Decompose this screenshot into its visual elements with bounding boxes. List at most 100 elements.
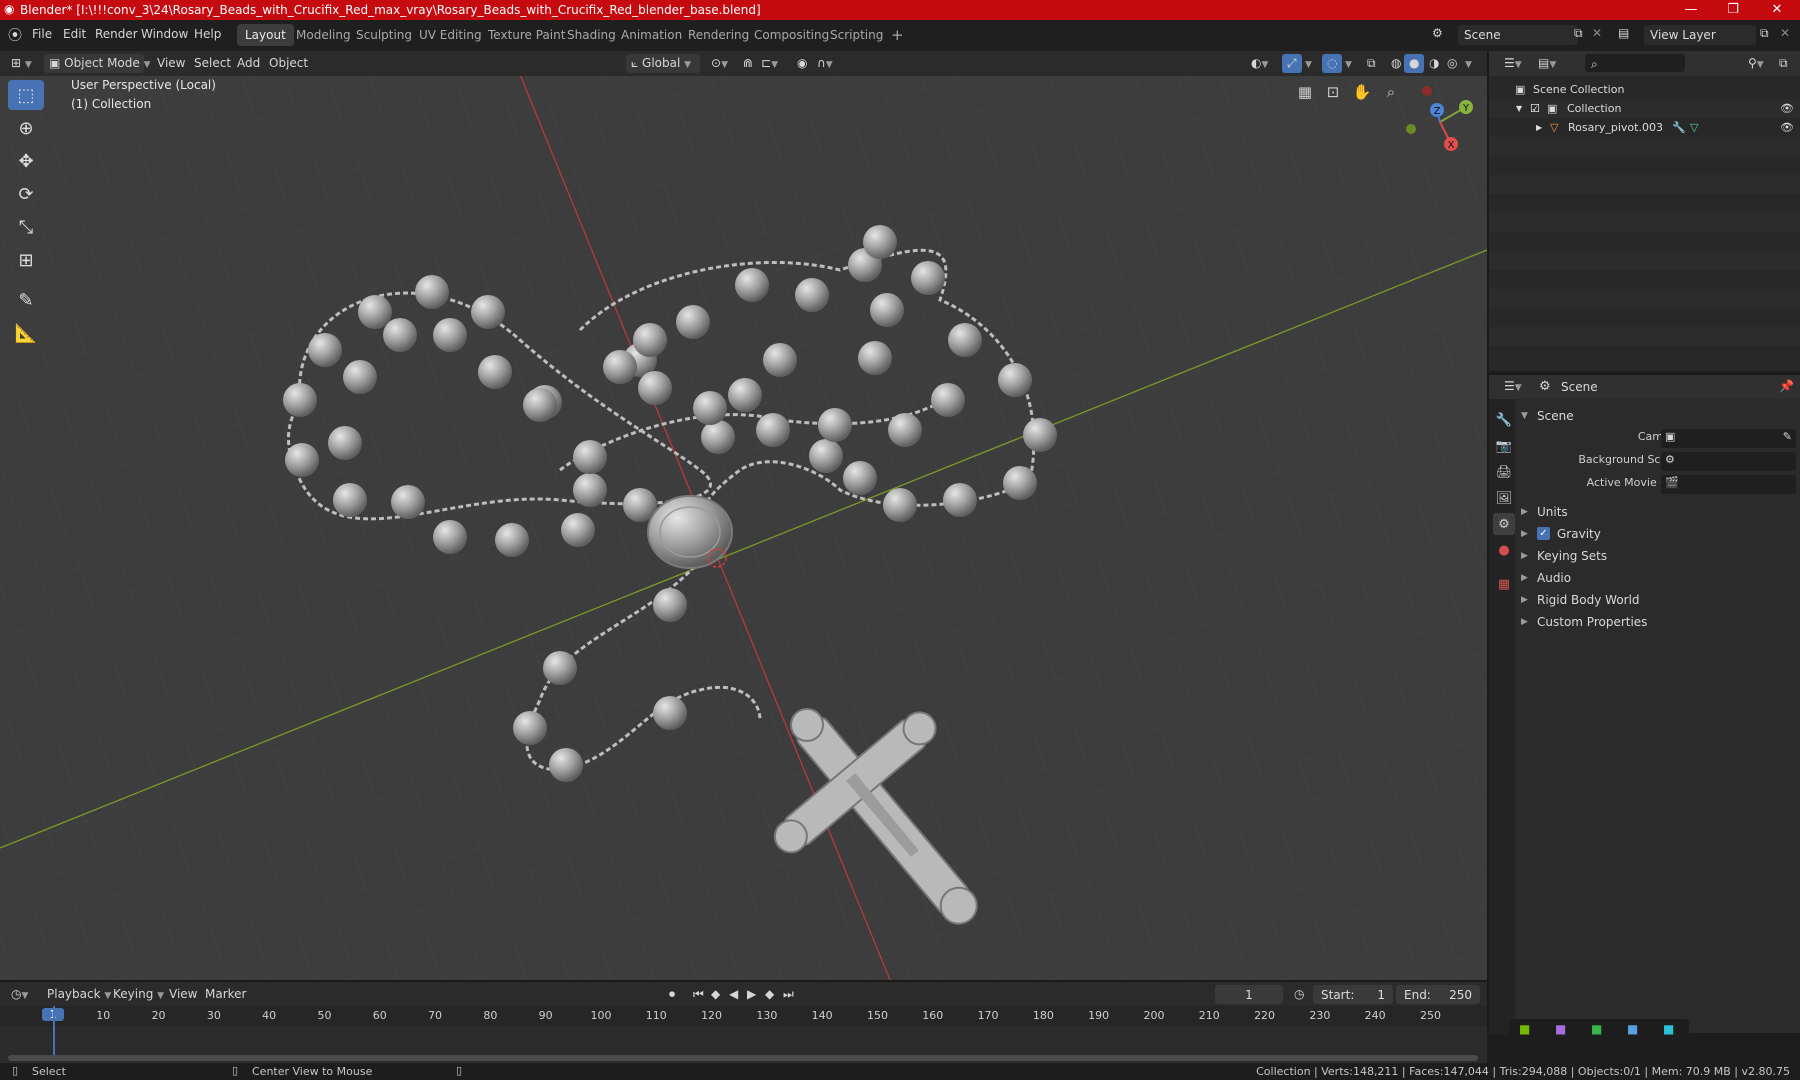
- viewport-menu-add[interactable]: Add: [232, 54, 265, 73]
- new-scene-icon[interactable]: ⧉: [1574, 26, 1583, 41]
- minimize-button[interactable]: —: [1670, 0, 1712, 20]
- toggle-grid-view-icon[interactable]: ▦: [1292, 79, 1318, 105]
- gravity-checkbox[interactable]: ✓: [1537, 527, 1550, 540]
- tab-layout[interactable]: Layout: [237, 24, 294, 46]
- outliner-row-collection[interactable]: ▼ ☑ ▣ Collection 👁: [1489, 99, 1800, 118]
- falloff-icon[interactable]: ∩▼: [812, 54, 838, 73]
- pin-icon[interactable]: 📌: [1779, 379, 1794, 393]
- shading-options-icon[interactable]: ▼: [1460, 54, 1477, 73]
- gravity-panel-header[interactable]: ▶ ✓ Gravity: [1517, 523, 1800, 545]
- custom-properties-panel-header[interactable]: ▶ Custom Properties: [1517, 611, 1800, 633]
- orientation-dropdown[interactable]: ⟀ Global ▼: [626, 54, 700, 73]
- filter-icon[interactable]: ⚲▼: [1743, 54, 1769, 73]
- timeline-editor-type-icon[interactable]: ◷▼: [6, 985, 33, 1004]
- rotate-tool-icon[interactable]: ⟳: [8, 179, 44, 209]
- render-tab-icon[interactable]: 📷: [1493, 435, 1515, 457]
- display-mode-icon[interactable]: ▤▼: [1533, 54, 1561, 73]
- expand-arrow-icon[interactable]: ▶: [1536, 118, 1542, 137]
- shading-solid-icon[interactable]: ●: [1404, 54, 1425, 73]
- 3d-viewport[interactable]: Y Z X User Perspective (Local) (1) Colle…: [0, 76, 1487, 980]
- timeline-playback-menu[interactable]: Playback ▼: [42, 985, 116, 1004]
- tab-sculpting[interactable]: Sculpting: [348, 24, 420, 46]
- background-scene-field[interactable]: ⚙: [1661, 452, 1796, 471]
- pan-hand-icon[interactable]: ✋: [1349, 79, 1375, 105]
- add-workspace-button[interactable]: +: [883, 24, 912, 46]
- mode-dropdown[interactable]: ▣ Object Mode ▼: [44, 54, 151, 73]
- viewport-menu-select[interactable]: Select: [189, 54, 236, 73]
- camera-view-icon[interactable]: ⊡: [1320, 79, 1346, 105]
- zoom-icon[interactable]: ⌕: [1378, 79, 1404, 105]
- editor-type-icon[interactable]: ⊞ ▼: [6, 54, 37, 73]
- gizmo-dropdown-icon[interactable]: ▼: [1300, 54, 1317, 73]
- preview-range-icon[interactable]: ◷: [1289, 985, 1309, 1004]
- steam-icon[interactable]: ■: [1627, 1022, 1638, 1036]
- snap-target-icon[interactable]: ⊏▼: [756, 54, 783, 73]
- visibility-eye-icon[interactable]: 👁: [1780, 99, 1794, 118]
- prev-keyframe-icon[interactable]: ◆: [706, 985, 725, 1004]
- app-tray-icon[interactable]: ■: [1555, 1022, 1566, 1036]
- menu-window[interactable]: Window: [141, 27, 188, 41]
- outliner-row-scene-collection[interactable]: ▣ Scene Collection: [1489, 80, 1800, 99]
- close-button[interactable]: ✕: [1756, 0, 1798, 20]
- visibility-eye-icon[interactable]: 👁: [1780, 118, 1794, 137]
- screen-tray-icon[interactable]: ■: [1663, 1022, 1674, 1036]
- remove-scene-icon[interactable]: ✕: [1592, 26, 1602, 40]
- maximize-button[interactable]: ❐: [1712, 0, 1754, 20]
- proportional-edit-icon[interactable]: ◉: [792, 54, 812, 73]
- audio-panel-header[interactable]: ▶ Audio: [1517, 567, 1800, 589]
- collection-checkbox-icon[interactable]: ☑: [1530, 99, 1540, 118]
- scene-browse-icon[interactable]: ⚙: [1432, 26, 1443, 40]
- active-movie-clip-field[interactable]: 🎬: [1661, 475, 1796, 494]
- menu-render[interactable]: Render: [95, 27, 138, 41]
- next-keyframe-icon[interactable]: ◆: [760, 985, 779, 1004]
- record-keyframe-icon[interactable]: ⏺: [664, 985, 680, 1004]
- tab-uv-editing[interactable]: UV Editing: [411, 24, 490, 46]
- pivot-point-icon[interactable]: ⊙▼: [706, 54, 733, 73]
- outliner-row-rosary[interactable]: ▶ ▽ Rosary_pivot.003 🔧 ▽ 👁: [1489, 118, 1800, 137]
- timeline-keyframe-area[interactable]: [0, 1026, 1487, 1058]
- texture-tab-icon[interactable]: ▦: [1493, 573, 1515, 595]
- xray-toggle-icon[interactable]: ⧉: [1362, 54, 1381, 73]
- shield-check-icon[interactable]: ■: [1591, 1022, 1602, 1036]
- move-tool-icon[interactable]: ✥: [8, 146, 44, 176]
- eyedropper-icon[interactable]: ✎: [1783, 430, 1792, 443]
- visibility-selectability-icon[interactable]: ◐▼: [1246, 54, 1273, 73]
- properties-editor-type-icon[interactable]: ☰▼: [1499, 377, 1527, 396]
- tab-animation[interactable]: Animation: [613, 24, 690, 46]
- view-layer-tab-icon[interactable]: 🖼: [1493, 487, 1515, 509]
- remove-view-layer-icon[interactable]: ✕: [1780, 26, 1790, 40]
- world-tab-icon[interactable]: ●: [1493, 539, 1515, 561]
- menu-help[interactable]: Help: [194, 27, 221, 41]
- timeline-keying-menu[interactable]: Keying ▼: [108, 985, 169, 1004]
- annotate-tool-icon[interactable]: ✎: [8, 285, 44, 315]
- timeline-ruler[interactable]: 1102030405060708090100110120130140150160…: [0, 1006, 1487, 1026]
- play-icon[interactable]: ▶: [742, 985, 761, 1004]
- scene-tab-icon[interactable]: ⚙: [1493, 513, 1515, 535]
- new-view-layer-icon[interactable]: ⧉: [1760, 26, 1769, 41]
- outliner-editor-type-icon[interactable]: ☰▼: [1499, 54, 1527, 73]
- camera-field[interactable]: ▣ ✎: [1661, 429, 1796, 448]
- outliner-search-input[interactable]: ⌕: [1585, 54, 1685, 72]
- menu-file[interactable]: File: [32, 27, 52, 41]
- timeline-marker-menu[interactable]: Marker: [200, 985, 251, 1004]
- scene-panel-header[interactable]: ▼ Scene: [1517, 405, 1800, 427]
- current-frame-field[interactable]: 1: [1215, 985, 1283, 1004]
- view-layer-field[interactable]: View Layer: [1644, 25, 1756, 45]
- overlays-dropdown-icon[interactable]: ▼: [1340, 54, 1357, 73]
- timeline-scrollbar[interactable]: [8, 1055, 1478, 1061]
- scale-tool-icon[interactable]: ⤡: [8, 212, 44, 242]
- blender-menu-icon[interactable]: ⦿: [8, 25, 22, 45]
- start-frame-field[interactable]: Start: 1: [1313, 985, 1393, 1004]
- jump-end-icon[interactable]: ⏭: [778, 985, 799, 1004]
- transform-tool-icon[interactable]: ⊞: [8, 245, 44, 275]
- viewport-menu-object[interactable]: Object: [264, 54, 313, 73]
- new-collection-icon[interactable]: ⧉: [1774, 54, 1793, 73]
- tab-scripting[interactable]: Scripting: [822, 24, 891, 46]
- collapse-arrow-icon[interactable]: ▼: [1516, 99, 1522, 118]
- nvidia-icon[interactable]: ■: [1519, 1022, 1530, 1036]
- viewport-menu-view[interactable]: View: [152, 54, 190, 73]
- select-box-tool-icon[interactable]: ⬚: [8, 80, 44, 110]
- rigid-body-world-panel-header[interactable]: ▶ Rigid Body World: [1517, 589, 1800, 611]
- tool-tab-icon[interactable]: 🔧: [1493, 409, 1515, 431]
- playhead[interactable]: [53, 1006, 55, 1061]
